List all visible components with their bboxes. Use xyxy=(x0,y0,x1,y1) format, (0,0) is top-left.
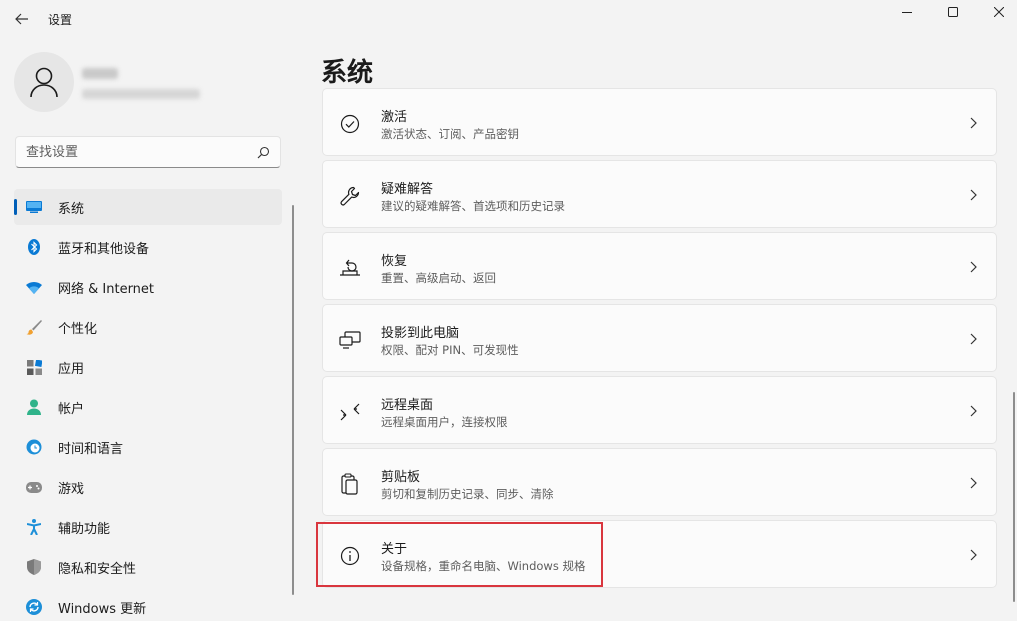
chevron-right-icon xyxy=(970,189,977,201)
search-box[interactable] xyxy=(15,136,281,168)
chevron-right-icon xyxy=(970,117,977,129)
gamepad-icon xyxy=(26,479,42,495)
sidebar-item-label: 游戏 xyxy=(58,481,85,497)
card-subtitle: 权限、配对 PIN、可发现性 xyxy=(381,343,519,357)
sidebar-item-label: 网络 & Internet xyxy=(58,281,155,297)
sidebar-scrollbar[interactable] xyxy=(292,205,294,595)
back-button[interactable] xyxy=(4,4,40,34)
sidebar-item-label: 个性化 xyxy=(58,321,98,337)
card-recovery[interactable]: 恢复 重置、高级启动、返回 xyxy=(322,232,997,300)
card-subtitle: 剪切和复制历史记录、同步、清除 xyxy=(381,487,554,501)
accessibility-icon xyxy=(26,519,42,535)
wifi-icon xyxy=(26,279,42,295)
sidebar-item-gaming[interactable]: 游戏 xyxy=(14,469,282,505)
card-clipboard[interactable]: 剪贴板 剪切和复制历史记录、同步、清除 xyxy=(322,448,997,516)
sidebar-item-label: 应用 xyxy=(58,361,85,377)
main-scrollbar[interactable] xyxy=(1013,392,1015,602)
sidebar-item-accessibility[interactable]: 辅助功能 xyxy=(14,509,282,545)
clipboard-icon xyxy=(339,473,361,495)
card-title: 疑难解答 xyxy=(381,182,434,197)
user-email-redacted xyxy=(82,89,200,99)
card-subtitle: 激活状态、订阅、产品密钥 xyxy=(381,127,519,141)
sidebar-item-label: 帐户 xyxy=(58,401,85,417)
sidebar-item-accounts[interactable]: 帐户 xyxy=(14,389,282,425)
info-icon xyxy=(339,545,361,567)
shield-icon xyxy=(26,559,42,575)
sidebar-item-label: 蓝牙和其他设备 xyxy=(58,241,150,257)
bluetooth-icon xyxy=(26,239,42,255)
search-icon[interactable] xyxy=(256,145,270,159)
sidebar-nav: 系统 蓝牙和其他设备 网络 & Internet 个性化 应用 帐户 时间和语言… xyxy=(14,189,282,621)
time-language-icon xyxy=(26,439,42,455)
chevron-right-icon xyxy=(970,261,977,273)
maximize-icon xyxy=(948,7,958,17)
sidebar-item-apps[interactable]: 应用 xyxy=(14,349,282,385)
windows-update-icon xyxy=(26,599,42,615)
sidebar-item-label: 系统 xyxy=(58,201,85,217)
recovery-icon xyxy=(339,257,361,279)
sidebar-item-system[interactable]: 系统 xyxy=(14,189,282,225)
card-project-to-pc[interactable]: 投影到此电脑 权限、配对 PIN、可发现性 xyxy=(322,304,997,372)
card-title: 远程桌面 xyxy=(381,398,434,413)
sidebar-item-label: 隐私和安全性 xyxy=(58,561,137,577)
app-title: 设置 xyxy=(48,13,73,27)
sidebar-item-time-language[interactable]: 时间和语言 xyxy=(14,429,282,465)
sidebar-item-bluetooth[interactable]: 蓝牙和其他设备 xyxy=(14,229,282,265)
user-icon xyxy=(30,67,58,98)
page-title: 系统 xyxy=(321,58,374,88)
sidebar-item-label: 辅助功能 xyxy=(58,521,111,537)
chevron-right-icon xyxy=(970,549,977,561)
card-title: 激活 xyxy=(381,110,408,125)
sidebar-item-label: Windows 更新 xyxy=(58,601,147,617)
remote-desktop-icon xyxy=(339,401,361,423)
user-card[interactable] xyxy=(12,46,294,118)
title-bar: 设置 xyxy=(0,0,1017,38)
back-arrow-icon xyxy=(15,13,28,25)
card-subtitle: 设备规格，重命名电脑、Windows 规格 xyxy=(381,559,586,573)
paintbrush-icon xyxy=(26,319,42,335)
card-activation[interactable]: 激活 激活状态、订阅、产品密钥 xyxy=(322,88,997,156)
close-icon xyxy=(994,7,1004,17)
chevron-right-icon xyxy=(970,333,977,345)
card-remote-desktop[interactable]: 远程桌面 远程桌面用户，连接权限 xyxy=(322,376,997,444)
card-subtitle: 建议的疑难解答、首选项和历史记录 xyxy=(381,199,565,213)
card-subtitle: 重置、高级启动、返回 xyxy=(381,271,496,285)
card-title: 关于 xyxy=(381,542,408,557)
wrench-icon xyxy=(339,185,361,207)
check-circle-icon xyxy=(339,113,361,135)
sidebar-item-privacy[interactable]: 隐私和安全性 xyxy=(14,549,282,585)
sidebar-item-network[interactable]: 网络 & Internet xyxy=(14,269,282,305)
avatar xyxy=(14,52,74,112)
search-input[interactable] xyxy=(26,144,256,160)
card-title: 剪贴板 xyxy=(381,470,421,485)
card-about[interactable]: 关于 设备规格，重命名电脑、Windows 规格 xyxy=(322,520,997,588)
project-icon xyxy=(339,329,361,351)
minimize-button[interactable] xyxy=(884,0,930,24)
maximize-button[interactable] xyxy=(930,0,976,24)
card-troubleshoot[interactable]: 疑难解答 建议的疑难解答、首选项和历史记录 xyxy=(322,160,997,228)
user-name-redacted xyxy=(82,68,118,79)
system-monitor-icon xyxy=(26,199,42,215)
chevron-right-icon xyxy=(970,477,977,489)
sidebar-item-personalization[interactable]: 个性化 xyxy=(14,309,282,345)
sidebar-item-windows-update[interactable]: Windows 更新 xyxy=(14,589,282,621)
minimize-icon xyxy=(902,12,912,13)
close-button[interactable] xyxy=(976,0,1017,24)
card-title: 恢复 xyxy=(381,254,408,269)
account-icon xyxy=(26,399,42,415)
apps-icon xyxy=(26,359,42,375)
card-subtitle: 远程桌面用户，连接权限 xyxy=(381,415,508,429)
sidebar-item-label: 时间和语言 xyxy=(58,441,124,457)
chevron-right-icon xyxy=(970,405,977,417)
card-title: 投影到此电脑 xyxy=(381,326,460,341)
